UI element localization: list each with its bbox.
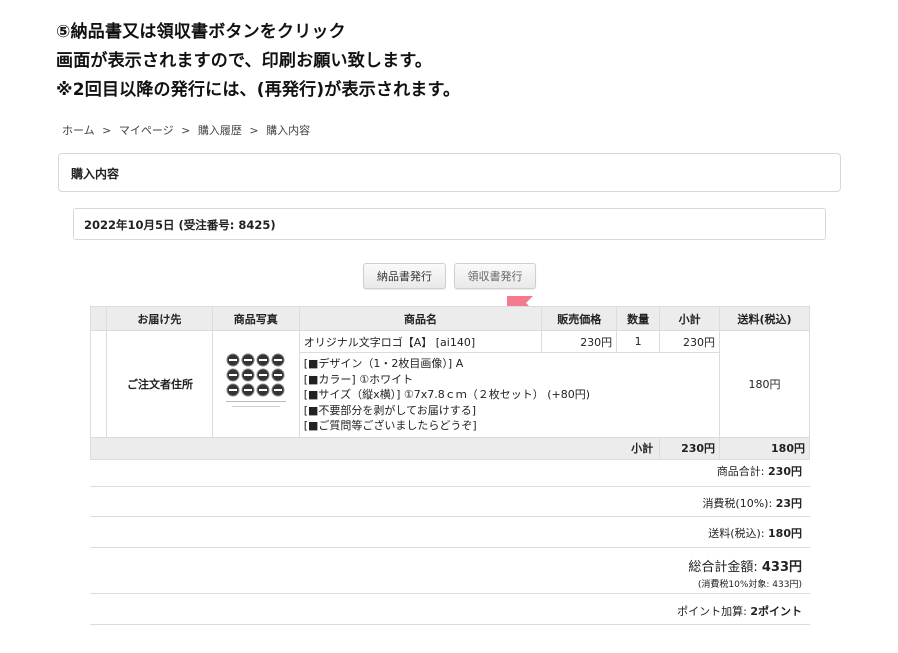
header-subtotal: 小計 <box>659 306 721 331</box>
product-photo[interactable] <box>211 330 300 438</box>
goods-total-row: 商品合計: 230円 <box>90 456 810 487</box>
table-header-row: お届け先 商品写真 商品名 販売価格 数量 小計 送料(税込) <box>90 306 810 331</box>
row-spacer <box>90 330 107 438</box>
instruction-line-1: ⑤納品書又は領収書ボタンをクリック <box>56 22 346 42</box>
option-color: [■カラー] ①ホワイト <box>303 372 414 386</box>
goods-total-value: 230円 <box>768 465 802 478</box>
points-row: ポイント加算: 2ポイント <box>90 594 810 625</box>
header-price: 販売価格 <box>541 306 618 331</box>
instruction-line-3: ※2回目以降の発行には、(再発行)が表示されます。 <box>56 80 461 100</box>
grand-total-note: (消費税10%対象: 433円) <box>697 580 802 590</box>
points-value: 2ポイント <box>750 605 802 618</box>
header-destination: お届け先 <box>105 306 213 331</box>
page-title: 購入内容 <box>58 153 841 192</box>
order-items-table: お届け先 商品写真 商品名 販売価格 数量 小計 送料(税込) ご注文者住所 オ… <box>89 306 810 460</box>
order-summary: 商品合計: 230円 消費税(10%): 23円 送料(税込): 180円 総合… <box>90 456 810 625</box>
product-name[interactable]: オリジナル文字ロゴ【A】 [ai140] <box>298 330 543 353</box>
product-options: [■デザイン（1・2枚目画像）] A [■カラー] ①ホワイト [■サイズ（縦x… <box>298 352 721 438</box>
goods-total-label: 商品合計: <box>716 465 765 478</box>
tax-row: 消費税(10%): 23円 <box>90 487 810 517</box>
grand-total-value: 433円 <box>761 560 802 575</box>
delivery-note-button[interactable]: 納品書発行 <box>363 263 446 289</box>
table-row: ご注文者住所 オリジナル文字ロゴ【A】 [ai140] 230円 1 230円 … <box>90 330 810 438</box>
header-photo: 商品写真 <box>211 306 300 331</box>
breadcrumb-separator: > <box>181 124 191 137</box>
product-thumbnail-icon <box>225 353 286 408</box>
points-label: ポイント加算: <box>677 605 747 618</box>
breadcrumb-history[interactable]: 購入履歴 <box>198 124 242 137</box>
breadcrumb: ホーム > マイページ > 購入履歴 > 購入内容 <box>62 122 314 138</box>
breadcrumb-separator: > <box>102 124 112 137</box>
breadcrumb-separator: > <box>249 124 259 137</box>
product-price: 230円 <box>541 330 618 353</box>
option-peel: [■不要部分を剥がしてお届けする] <box>303 403 477 417</box>
receipt-button[interactable]: 領収書発行 <box>454 263 536 289</box>
header-spacer <box>90 306 107 331</box>
instruction-line-2: 画面が表示されますので、印刷お願い致します。 <box>56 51 433 71</box>
header-qty: 数量 <box>616 306 661 331</box>
shipping-total-label: 送料(税込): <box>708 527 765 540</box>
shipping-fee: 180円 <box>719 330 810 438</box>
shipping-total-value: 180円 <box>768 527 802 540</box>
tax-value: 23円 <box>775 497 802 510</box>
option-size: [■サイズ（縦x横）] ①7x7.8ｃｍ（２枚セット） (+80円) <box>303 388 591 401</box>
order-header: 2022年10月5日 (受注番号: 8425) <box>73 208 826 240</box>
option-questions: [■ご質問等ございましたらどうぞ] <box>303 419 477 432</box>
breadcrumb-mypage[interactable]: マイページ <box>119 124 174 137</box>
product-line-subtotal: 230円 <box>659 330 721 353</box>
header-product-name: 商品名 <box>298 306 543 331</box>
delivery-address: ご注文者住所 <box>105 330 213 438</box>
option-design: [■デザイン（1・2枚目画像）] A <box>303 357 464 370</box>
breadcrumb-home[interactable]: ホーム <box>62 124 95 137</box>
grand-total-label: 総合計金額: <box>688 560 758 575</box>
tax-label: 消費税(10%): <box>702 497 773 510</box>
header-shipping: 送料(税込) <box>719 306 810 331</box>
grand-total-row: 総合計金額: 433円 (消費税10%対象: 433円) <box>90 548 810 594</box>
instructions: ⑤納品書又は領収書ボタンをクリック 画面が表示されますので、印刷お願い致します。… <box>56 18 460 105</box>
breadcrumb-current: 購入内容 <box>266 124 311 137</box>
product-qty: 1 <box>616 330 661 353</box>
shipping-total-row: 送料(税込): 180円 <box>90 517 810 548</box>
